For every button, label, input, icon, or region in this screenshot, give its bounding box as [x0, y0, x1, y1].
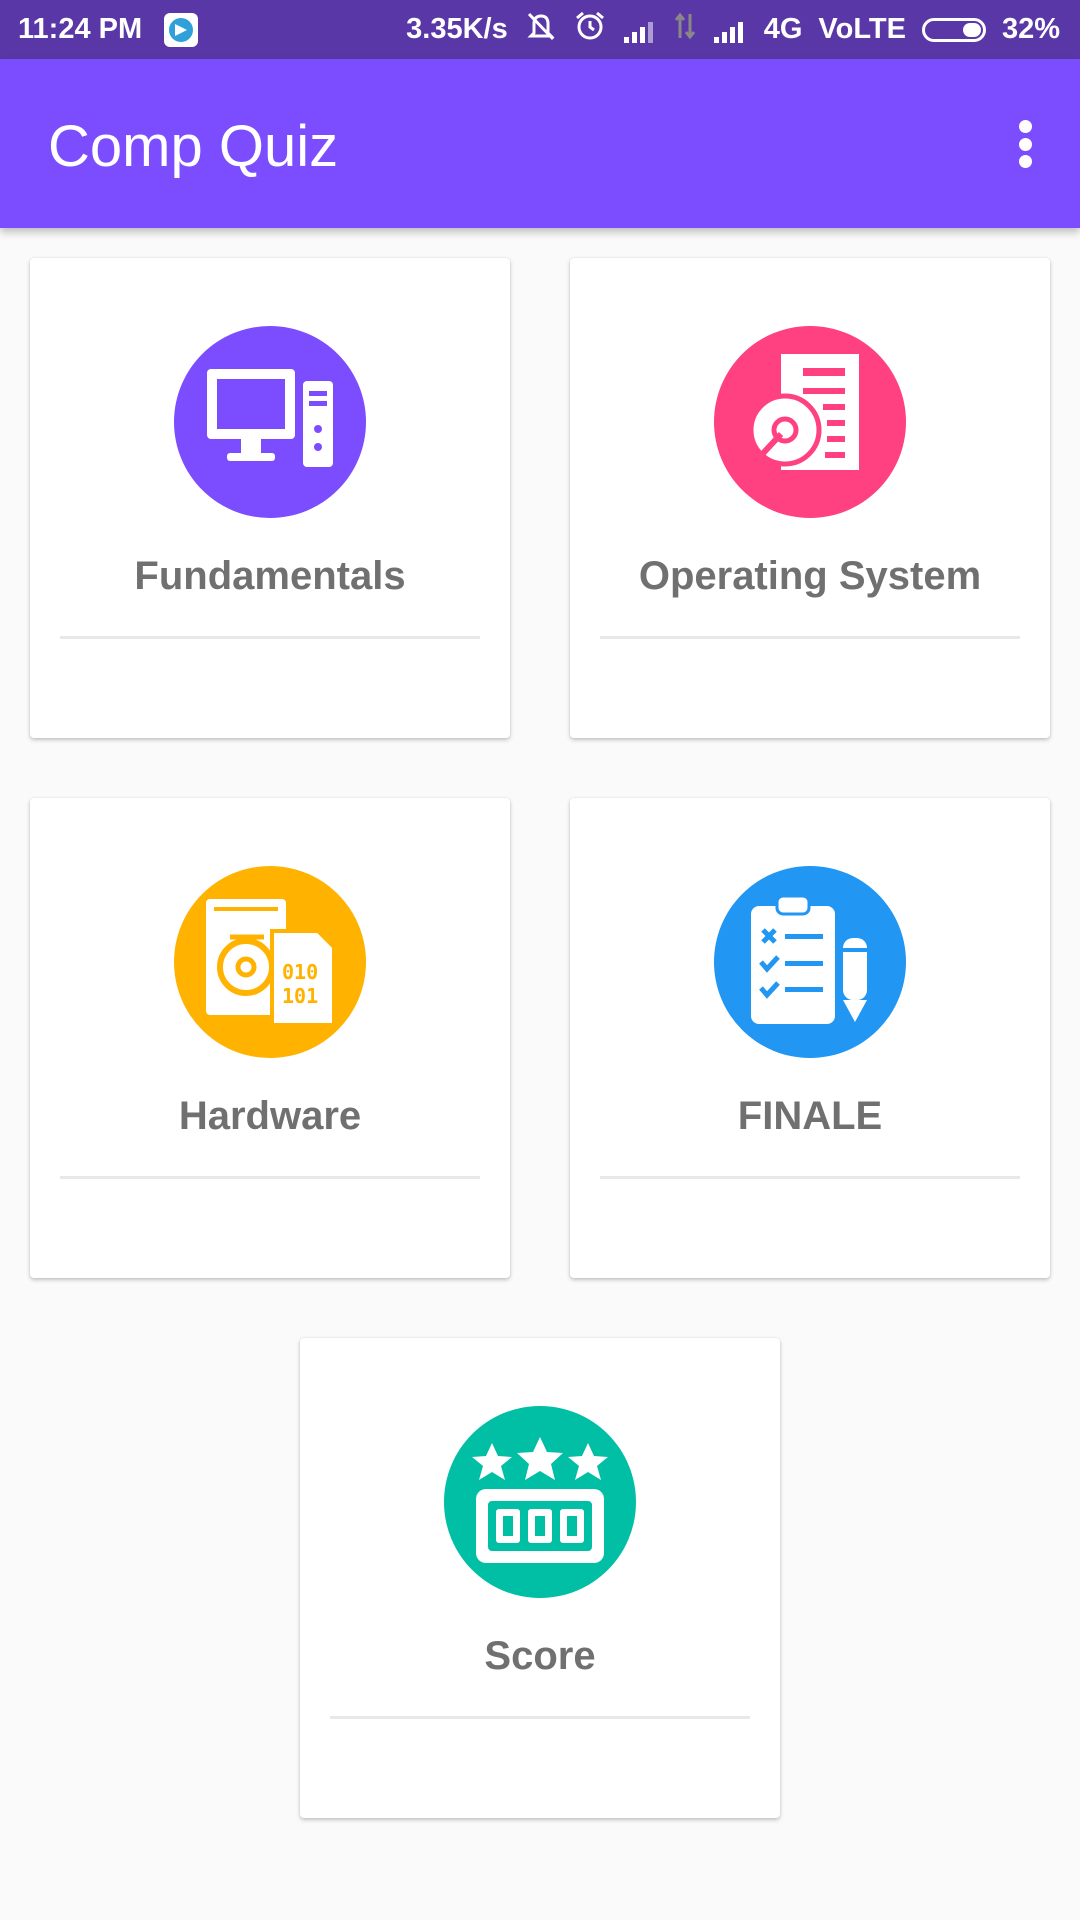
status-bar: 11:24 PM 3.35K/s 4G VoLTE 32% — [0, 0, 1080, 59]
svg-text:010: 010 — [282, 960, 318, 984]
app-bar: Comp Quiz — [0, 59, 1080, 228]
clipboard-checklist-icon — [714, 866, 906, 1058]
desktop-computer-icon — [174, 326, 366, 518]
card-finale[interactable]: FINALE — [570, 798, 1050, 1278]
hard-drive-binary-icon: 010 101 — [174, 866, 366, 1058]
card-operating-system[interactable]: Operating System — [570, 258, 1050, 738]
card-label: Fundamentals — [134, 554, 406, 598]
card-label: Operating System — [638, 554, 982, 598]
alarm-icon — [574, 11, 606, 49]
mute-icon — [524, 11, 558, 49]
more-options-icon[interactable] — [1000, 114, 1050, 174]
card-label: Score — [484, 1634, 596, 1678]
signal-icon-2 — [712, 17, 748, 43]
svg-text:101: 101 — [282, 984, 318, 1008]
divider — [60, 636, 480, 639]
divider — [600, 1176, 1020, 1179]
network-type: 4G — [763, 13, 803, 45]
network-speed: 3.35K/s — [406, 13, 508, 45]
star-score-counter-icon — [444, 1406, 636, 1598]
card-fundamentals[interactable]: Fundamentals — [30, 258, 510, 738]
app-title: Comp Quiz — [48, 114, 339, 179]
telegram-icon — [164, 12, 199, 47]
battery-icon — [921, 17, 986, 42]
os-document-disc-icon — [714, 326, 906, 518]
card-score[interactable]: Score — [300, 1338, 780, 1818]
divider — [330, 1716, 750, 1719]
divider — [60, 1176, 480, 1179]
card-label: FINALE — [737, 1094, 883, 1138]
card-hardware[interactable]: 010 101 Hardware — [30, 798, 510, 1278]
divider — [600, 636, 1020, 639]
status-time: 11:24 PM — [18, 13, 143, 45]
data-arrows-icon — [674, 12, 696, 48]
battery-level: 32% — [1001, 13, 1060, 45]
volte-label: VoLTE — [818, 13, 906, 45]
signal-icon — [622, 17, 658, 43]
card-label: Hardware — [178, 1094, 362, 1138]
